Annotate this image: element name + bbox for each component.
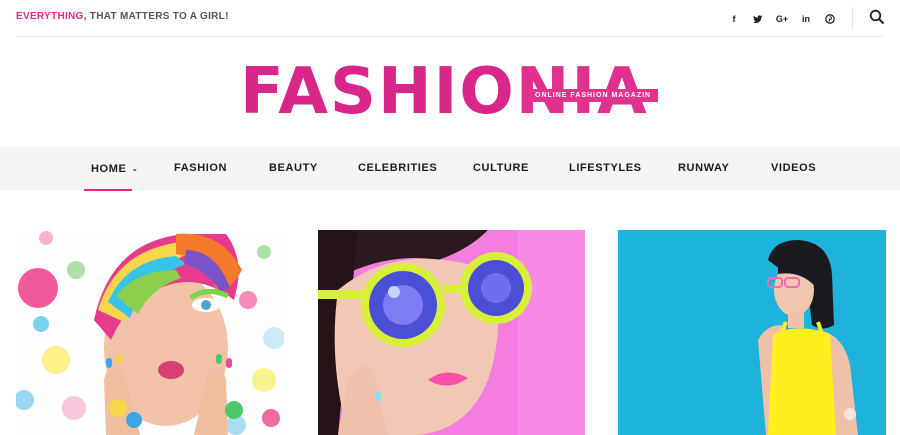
nav-item-home[interactable]: HOME ⌄ [91, 147, 139, 190]
tagline-accent: EVERYTHING [16, 11, 84, 22]
nav-item-celebrities[interactable]: CELEBRITIES [358, 147, 437, 190]
rainbow-hair-woman-photo [16, 230, 284, 435]
top-divider [16, 36, 884, 37]
post-card-1[interactable] [16, 230, 284, 435]
nav-item-beauty[interactable]: BEAUTY [269, 147, 318, 190]
yellow-sunglasses-woman-photo [318, 230, 585, 435]
yellow-top-woman-photo [618, 230, 886, 435]
topbar-divider [852, 7, 853, 29]
nav-item-runway[interactable]: RUNWAY [678, 147, 729, 190]
search-icon[interactable] [869, 9, 885, 25]
nav-item-videos[interactable]: VIDEOS [771, 147, 816, 190]
site-logo[interactable]: FASHIONIA ONLINE FASHION MAGAZIN [0, 50, 900, 130]
tagline-text: , THAT MATTERS TO A GIRL! [83, 11, 229, 22]
post-card-2[interactable] [318, 230, 585, 435]
main-navigation: HOME ⌄ FASHION BEAUTY CELEBRITIES CULTURE… [0, 147, 900, 190]
logo-main: FASHIO [240, 55, 516, 129]
top-bar: EVERYTHING, THAT MATTERS TO A GIRL! f G+… [0, 0, 900, 37]
nav-item-culture[interactable]: CULTURE [473, 147, 529, 190]
social-links: f G+ in [722, 12, 842, 26]
active-nav-indicator [84, 189, 132, 191]
chevron-down-icon: ⌄ [131, 164, 139, 173]
nav-item-label: HOME [91, 163, 127, 175]
linkedin-icon[interactable]: in [794, 12, 818, 26]
post-card-3[interactable] [618, 230, 886, 435]
pinterest-icon[interactable] [818, 12, 842, 26]
site-tagline: EVERYTHING, THAT MATTERS TO A GIRL! [16, 11, 229, 22]
facebook-icon[interactable]: f [722, 12, 746, 26]
nav-item-lifestyles[interactable]: LIFESTYLES [569, 147, 642, 190]
nav-item-fashion[interactable]: FASHION [174, 147, 227, 190]
google-plus-icon[interactable]: G+ [770, 12, 794, 26]
logo-badge: ONLINE FASHION MAGAZIN [528, 89, 659, 102]
twitter-icon[interactable] [746, 12, 770, 26]
